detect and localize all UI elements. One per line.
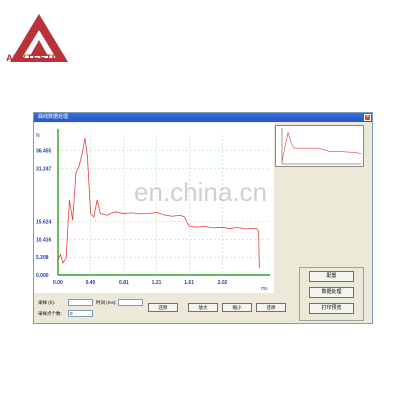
y-tick-label: 10.416	[36, 237, 52, 243]
data-process-button[interactable]: 数据处理	[309, 287, 354, 298]
x-tick-label: 0.00	[53, 280, 63, 286]
watermark-text: en.china.cn	[134, 177, 267, 207]
zoom-in-button[interactable]: 放大	[188, 303, 218, 312]
sample-field[interactable]	[68, 299, 93, 306]
window-titlebar[interactable]: 曲线数据处理 ×	[34, 113, 372, 122]
zoom-out-button[interactable]: 缩小	[222, 303, 252, 312]
close-icon[interactable]: ×	[364, 114, 371, 121]
time-field[interactable]	[118, 299, 143, 306]
points-label: 采样点个数:	[38, 311, 62, 316]
y-tick-label: 0.000	[36, 273, 49, 279]
main-chart: 0.000 5.208 10.416 15.624 31.247 36.455 0.00 0.…	[34, 123, 274, 293]
y-tick-label: 31.247	[36, 166, 52, 172]
x-tick-label: 0.40	[86, 280, 96, 286]
overview-chart	[275, 125, 364, 167]
curve-data-window: 曲线数据处理 × 0.000 5.208 10.416 15.624 31.247 36.…	[33, 112, 373, 324]
x-tick-label: 1.21	[152, 280, 162, 286]
x-tick-label: 0.81	[119, 280, 129, 286]
y-tick-label: 5.208	[36, 255, 49, 261]
reset-button[interactable]: 还原	[256, 303, 286, 312]
config-button[interactable]: 配置	[309, 271, 354, 282]
x-unit-label: ms	[261, 286, 268, 292]
print-preview-button[interactable]: 打印预览	[309, 303, 354, 314]
y-tick-label: 36.455	[36, 149, 52, 155]
sample-label: 采样 (h):	[38, 300, 56, 305]
restore-button[interactable]: 还原	[148, 303, 178, 312]
x-tick-label: 2.02	[218, 280, 228, 286]
side-button-group: 配置 数据处理 打印预览	[299, 267, 364, 321]
y-tick-label: 15.624	[36, 220, 52, 226]
brand-name: ANYTESTER	[6, 53, 66, 64]
x-tick-label: 1.61	[184, 280, 194, 286]
time-label: 时间 (ms):	[96, 300, 117, 305]
chart-background	[34, 123, 274, 293]
window-title: 曲线数据处理	[38, 114, 69, 120]
y-unit-label: N	[36, 133, 40, 139]
points-field[interactable]: 0	[68, 310, 93, 317]
